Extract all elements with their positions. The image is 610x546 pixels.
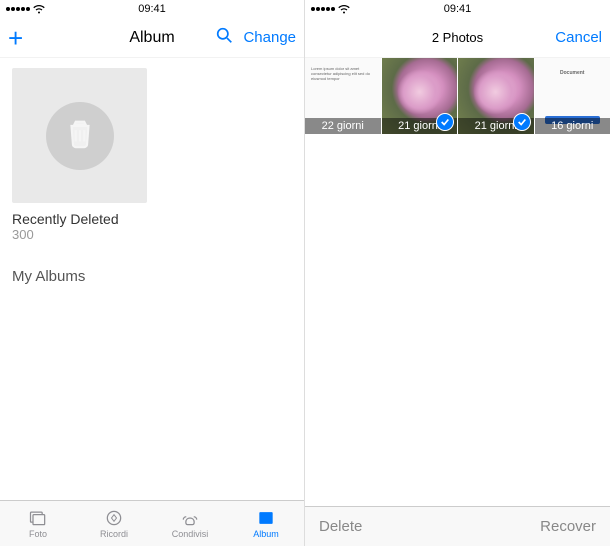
my-albums-header: My Albums bbox=[12, 268, 292, 285]
bottom-toolbar: Delete Recover bbox=[305, 506, 610, 546]
photo-thumb-selected[interactable]: 21 giorni bbox=[382, 58, 458, 134]
albums-content: Recently Deleted 300 My Albums bbox=[0, 58, 304, 500]
tab-ricordi[interactable]: Ricordi bbox=[76, 501, 152, 546]
tab-label: Foto bbox=[29, 529, 47, 539]
checkmark-icon bbox=[436, 113, 454, 131]
recover-button[interactable]: Recover bbox=[540, 518, 596, 535]
tab-label: Ricordi bbox=[100, 529, 128, 539]
tab-label: Album bbox=[253, 529, 279, 539]
cellular-icon bbox=[6, 7, 30, 11]
tab-condivisi[interactable]: Condivisi bbox=[152, 501, 228, 546]
albums-screen: 09:41 + Album Change Recently Deleted 30… bbox=[0, 0, 305, 546]
signal-icons bbox=[6, 5, 45, 14]
photo-thumb[interactable]: Lorem ipsum dolor sit amet consectetur a… bbox=[305, 58, 381, 134]
photo-grid: Lorem ipsum dolor sit amet consectetur a… bbox=[305, 58, 610, 506]
album-name: Recently Deleted bbox=[12, 211, 292, 227]
album-count: 300 bbox=[12, 227, 292, 242]
wifi-icon bbox=[338, 5, 350, 14]
delete-button[interactable]: Delete bbox=[319, 518, 362, 535]
cellular-icon bbox=[311, 7, 335, 11]
status-time: 09:41 bbox=[138, 3, 166, 15]
status-bar: 09:41 bbox=[305, 0, 610, 18]
days-label: 16 giorni bbox=[535, 118, 610, 134]
tab-album[interactable]: Album bbox=[228, 501, 304, 546]
tab-label: Condivisi bbox=[172, 529, 209, 539]
album-recently-deleted[interactable] bbox=[12, 68, 147, 203]
photo-thumb[interactable]: Document 16 giorni bbox=[535, 58, 610, 134]
selection-screen: 09:41 2 Photos Cancel Lorem ipsum dolor … bbox=[305, 0, 610, 546]
status-bar: 09:41 bbox=[0, 0, 304, 18]
checkmark-icon bbox=[513, 113, 531, 131]
cancel-button[interactable]: Cancel bbox=[555, 29, 602, 46]
status-time: 09:41 bbox=[444, 3, 472, 15]
days-label: 22 giorni bbox=[305, 118, 381, 134]
tab-foto[interactable]: Foto bbox=[0, 501, 76, 546]
signal-icons bbox=[311, 5, 350, 14]
photo-thumb-selected[interactable]: 21 giorni bbox=[458, 58, 534, 134]
nav-bar: 2 Photos Cancel bbox=[305, 18, 610, 58]
search-icon[interactable] bbox=[216, 27, 233, 49]
trash-icon bbox=[46, 102, 114, 170]
nav-bar: + Album Change bbox=[0, 18, 304, 58]
tab-bar: Foto Ricordi Condivisi Album bbox=[0, 500, 304, 546]
wifi-icon bbox=[33, 5, 45, 14]
change-button[interactable]: Change bbox=[243, 29, 296, 46]
add-button[interactable]: + bbox=[8, 25, 23, 51]
